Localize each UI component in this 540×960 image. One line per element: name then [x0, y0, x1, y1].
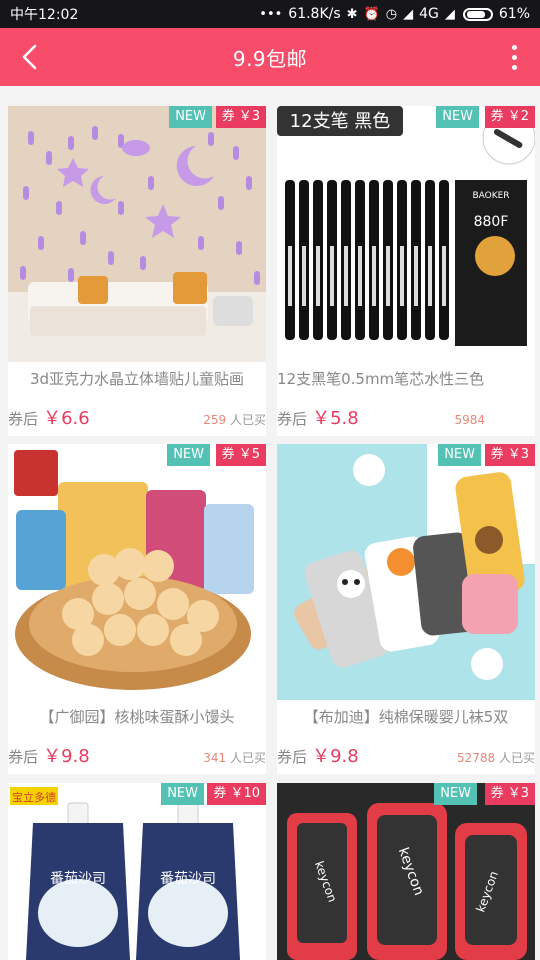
product-name: 【广御园】核桃味蛋酥小馒头: [39, 708, 235, 726]
product-price: ￥6.6: [43, 408, 90, 429]
sold-number: 5984: [454, 413, 485, 427]
product-card[interactable]: keycon keycon keycon NEW 券 ￥3: [277, 783, 535, 960]
pouch-text-right: 番茄沙司: [160, 870, 216, 887]
pouch-text-left: 番茄沙司: [50, 870, 106, 887]
network-type: 4G: [419, 6, 439, 22]
sold-count: 259 人已买: [203, 411, 266, 428]
product-card[interactable]: NEW 券 ￥3 【布加迪】纯棉保暖婴儿袜5双 券后 ￥9.8 52788 人已…: [277, 444, 535, 774]
sold-count: 341 人已买: [203, 749, 266, 766]
price-row: 券后 ￥5.8 5984: [277, 404, 535, 429]
dots-icon: •••: [259, 6, 283, 22]
product-name: 【布加迪】纯棉保暖婴儿袜5双: [303, 708, 509, 726]
status-bar: 中午12:02 ••• 61.8K/s ✱ ⏰ ◷ ◢ 4G ◢ 61%: [0, 0, 540, 28]
product-grid: NEW 券 ￥3 3d亚克力水晶立体墙贴儿童贴画 券后 ￥6.6 259 人已买: [0, 86, 540, 960]
after-coupon-label: 券后: [8, 748, 39, 766]
product-image: 宝立多德 番茄沙司 番茄沙司 NEW 券 ￥10: [8, 783, 266, 960]
product-name: 3d亚克力水晶立体墙贴儿童贴画: [29, 370, 245, 388]
bought-suffix: 人已买: [229, 751, 266, 765]
alarm-icon: ⏰: [363, 6, 380, 22]
product-card[interactable]: NEW 券 ￥3 3d亚克力水晶立体墙贴儿童贴画 券后 ￥6.6 259 人已买: [8, 106, 266, 436]
battery-icon: [462, 7, 493, 21]
product-name: 12支黑笔0.5mm笔芯水性三色: [277, 370, 485, 388]
box-model: 880F: [474, 214, 509, 230]
page-title: 9.9包邮: [232, 46, 308, 71]
sold-count: 5984: [454, 413, 535, 427]
product-image: BAOKER 880F 12支笔 黑色 NEW 券 ￥2: [277, 106, 535, 362]
coupon-tag: 券 ￥5: [215, 444, 266, 466]
after-coupon-label: 券后: [8, 410, 39, 428]
sold-count: 52788 人已买: [457, 749, 535, 766]
wifi-icon: ◢: [444, 6, 455, 22]
more-vertical-icon[interactable]: [502, 38, 526, 76]
new-tag: NEW: [436, 106, 479, 128]
bluetooth-icon: ✱: [346, 6, 358, 22]
after-coupon-label: 券后: [277, 748, 308, 766]
signal-icon: ◢: [403, 6, 414, 22]
coupon-tag: 券 ￥10: [207, 783, 266, 805]
product-image: NEW 券 ￥5: [8, 444, 266, 700]
price-row: 券后 ￥9.8 52788 人已买: [277, 742, 535, 767]
product-price: ￥5.8: [312, 408, 359, 429]
bought-suffix: 人已买: [229, 413, 266, 427]
coupon-tag: 券 ￥3: [215, 106, 266, 128]
bought-suffix: 人已买: [498, 751, 535, 765]
product-card[interactable]: BAOKER 880F 12支笔 黑色 NEW 券 ￥2 12支黑笔0.5mm笔…: [277, 106, 535, 436]
chevron-left-icon[interactable]: [12, 38, 48, 76]
new-tag: NEW: [167, 444, 210, 466]
new-tag: NEW: [434, 783, 477, 805]
image-banner: 宝立多德: [12, 790, 56, 804]
product-price: ￥9.8: [312, 746, 359, 767]
box-brand: BAOKER: [472, 191, 509, 201]
product-card[interactable]: NEW 券 ￥5 【广御园】核桃味蛋酥小馒头 券后 ￥9.8 341 人已买: [8, 444, 266, 774]
sold-number: 259: [203, 413, 227, 427]
image-banner: 12支笔 黑色: [290, 111, 391, 132]
price-row: 券后 ￥6.6 259 人已买: [8, 404, 266, 429]
product-image: NEW 券 ￥3: [8, 106, 266, 362]
price-row: 券后 ￥9.8 341 人已买: [8, 742, 266, 767]
app-bar: 9.9包邮: [0, 28, 540, 86]
product-image: keycon keycon keycon NEW 券 ￥3: [277, 783, 535, 960]
coupon-tag: 券 ￥2: [484, 106, 535, 128]
new-tag: NEW: [169, 106, 212, 128]
product-image: NEW 券 ￥3: [277, 444, 535, 700]
new-tag: NEW: [161, 783, 204, 805]
coupon-tag: 券 ￥3: [484, 444, 535, 466]
status-time: 中午12:02: [10, 7, 79, 23]
battery-percent: 61%: [498, 6, 530, 22]
network-speed: 61.8K/s: [288, 6, 341, 22]
coupon-tag: 券 ￥3: [484, 783, 535, 805]
product-price: ￥9.8: [43, 746, 90, 767]
sold-number: 341: [203, 751, 227, 765]
clock-icon: ◷: [385, 6, 398, 22]
after-coupon-label: 券后: [277, 410, 308, 428]
product-card[interactable]: 宝立多德 番茄沙司 番茄沙司 NEW 券 ￥10: [8, 783, 266, 960]
sold-number: 52788: [456, 751, 496, 765]
new-tag: NEW: [438, 444, 481, 466]
